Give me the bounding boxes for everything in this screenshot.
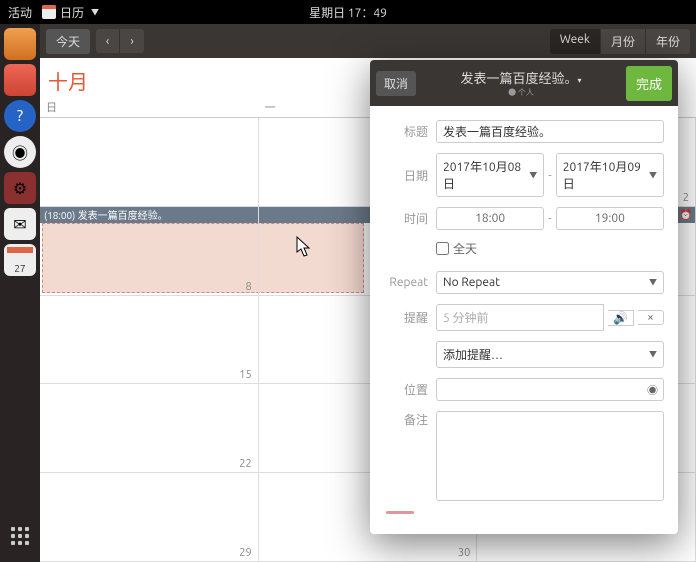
day-number: 15 [239,369,251,381]
notes-label: 备注 [384,411,428,428]
location-label: 位置 [384,381,428,398]
time-start-input[interactable]: 18:00 [436,207,544,230]
day-number: 2 [683,192,689,204]
view-year[interactable]: 年份 [646,29,690,54]
allday-label: 全天 [453,240,477,257]
event-dialog: 取消 发表一篇百度经验。▾ ● 个人 完成 标题 日期 2017年10月08日▼… [370,60,678,534]
day-number: 22 [239,458,251,470]
add-reminder-select[interactable]: 添加提醒…▼ [436,341,664,368]
view-month[interactable]: 月份 [601,29,646,54]
activities-button[interactable]: 活动 [8,4,32,21]
time-label: 时间 [384,210,428,227]
date-label: 日期 [384,167,428,184]
location-pin-icon[interactable]: ◉ [647,382,658,398]
dock: ? ◉ ⚙ ✉ 27 [0,24,40,562]
clock[interactable]: 星期日 17：49 [309,4,387,21]
cancel-button[interactable]: 取消 [376,71,416,96]
resize-handle[interactable] [386,511,414,514]
reminder-label: 提醒 [384,309,428,326]
toolbar: 今天 ‹ › Week 月份 年份 [40,24,696,58]
view-week[interactable]: Week [550,29,601,54]
calendar-dock-icon[interactable]: 27 [4,244,36,276]
title-label: 标题 [384,123,428,140]
sound-icon[interactable]: 🔊 [608,310,634,326]
day-number: 8 [245,281,251,293]
time-end-input[interactable]: 19:00 [556,207,664,230]
next-button[interactable]: › [120,29,144,53]
today-button[interactable]: 今天 [46,29,90,54]
app-name: 日历 [60,4,84,21]
mail-icon[interactable]: ✉ [4,208,36,240]
title-input[interactable] [436,120,664,143]
done-button[interactable]: 完成 [626,66,672,101]
repeat-label: Repeat [384,276,428,289]
date-end-select[interactable]: 2017年10月09日▼ [556,153,664,197]
dash: - [548,212,551,225]
chromium-icon[interactable]: ◉ [4,136,36,168]
help-icon[interactable]: ? [4,100,36,132]
day-number: 29 [239,547,251,559]
day-number: 30 [458,547,470,559]
weekday-header: 日 [40,97,259,117]
remove-reminder-button[interactable]: × [638,310,664,325]
repeat-select[interactable]: No Repeat▼ [436,271,664,294]
date-start-select[interactable]: 2017年10月08日▼ [436,153,544,197]
files-icon[interactable] [4,28,36,60]
show-apps-icon[interactable] [4,520,36,552]
calendar-app-icon [42,5,56,19]
software-icon[interactable] [4,64,36,96]
dialog-title: 发表一篇百度经验。▾ ● 个人 [416,68,626,98]
prev-button[interactable]: ‹ [96,29,120,53]
notes-textarea[interactable] [436,411,664,501]
allday-checkbox[interactable] [436,242,449,255]
settings-icon[interactable]: ⚙ [4,172,36,204]
dash: - [548,169,551,182]
location-input[interactable] [436,378,664,401]
reminder-input[interactable]: 5 分钟前 [436,304,604,331]
app-indicator[interactable]: 日历 ▼ [42,4,99,21]
chevron-down-icon: ▼ [91,7,99,18]
